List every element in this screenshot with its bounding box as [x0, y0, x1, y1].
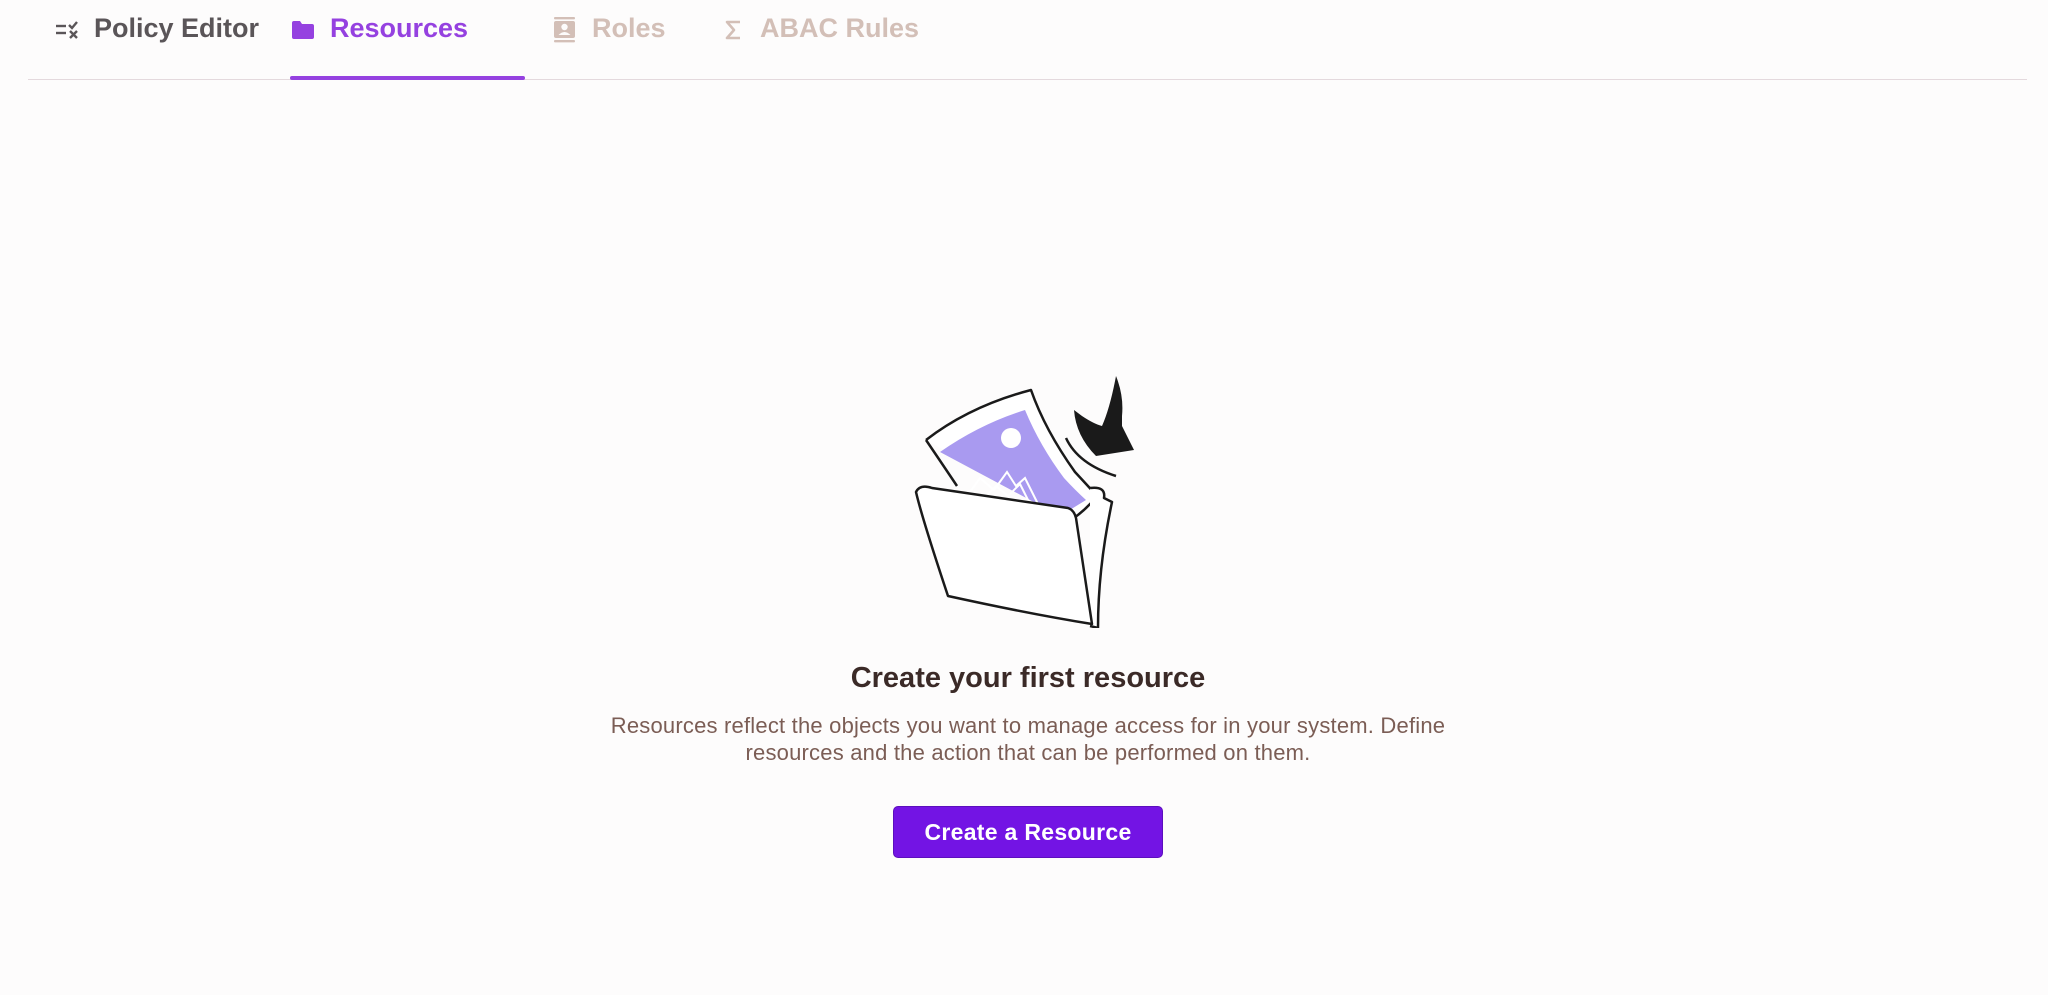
empty-state-title: Create your first resource [850, 662, 1206, 694]
tab-label: ABAC Rules [760, 13, 920, 43]
tab-abac-rules[interactable]: ABAC Rules [720, 0, 919, 80]
sigma-icon [720, 13, 746, 47]
empty-state-description: Resources reflect the objects you want t… [610, 713, 1446, 765]
tab-resources[interactable]: Resources [290, 0, 468, 80]
tab-policy-editor[interactable]: Policy Editor [54, 0, 259, 80]
tab-label: Roles [592, 13, 666, 43]
empty-folder-illustration [914, 376, 1134, 628]
tab-label: Policy Editor [94, 13, 260, 43]
contact-card-icon [552, 13, 578, 47]
tab-bar: Policy Editor Resources Roles ABAC Rules [28, 0, 2027, 80]
folder-icon [290, 13, 316, 47]
list-check-icon [54, 13, 80, 47]
tab-roles[interactable]: Roles [552, 0, 666, 80]
tab-label: Resources [330, 13, 469, 43]
create-resource-button[interactable]: Create a Resource [893, 806, 1163, 858]
active-tab-indicator [290, 76, 525, 80]
